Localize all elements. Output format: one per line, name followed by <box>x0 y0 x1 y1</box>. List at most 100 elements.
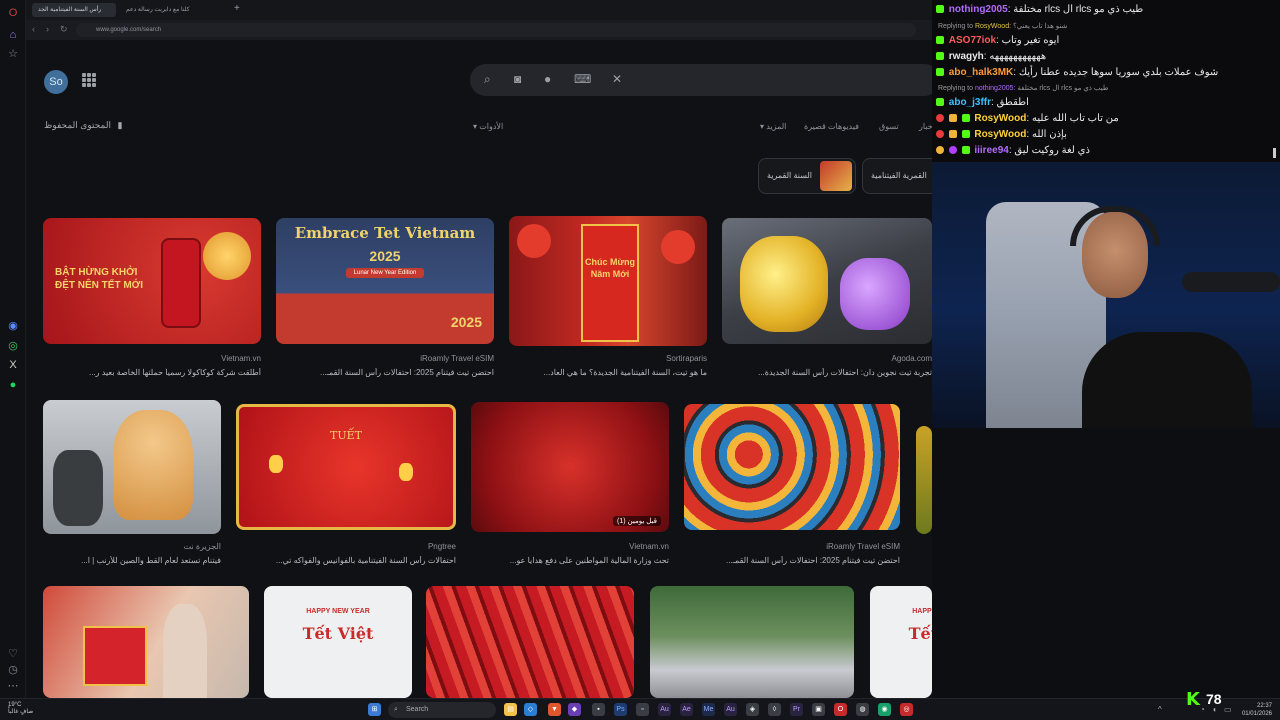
app-icon[interactable]: ◊ <box>768 703 781 716</box>
image-thumbnail: قبل يومين (1) <box>471 402 669 532</box>
image-result[interactable]: Chúc Mừng Năm Mới Sortiraparis ما هو تيت… <box>509 216 707 380</box>
image-result[interactable]: HAPPY NEW YEAR Tết Việt <box>870 586 932 698</box>
app-icon[interactable]: ▣ <box>812 703 825 716</box>
sub-badge-icon <box>936 146 944 155</box>
opera-gx-icon[interactable]: ◎ <box>900 703 913 716</box>
lion-dance-purple <box>840 258 910 330</box>
image-source: Pngtree <box>427 542 456 551</box>
image-thumbnail: Chúc Mừng Năm Mới <box>509 216 707 346</box>
image-result[interactable]: HAPPY NEW YEAR Tết Việt <box>264 586 412 698</box>
saved-content-link[interactable]: المحتوى المحفوظ ▮ <box>44 120 122 131</box>
chevron-up-icon[interactable]: ^ <box>1158 705 1162 714</box>
image-result[interactable] <box>43 586 249 698</box>
x-twitter-icon[interactable]: X <box>6 358 20 372</box>
image-source: iRoamly Travel eSIM <box>420 354 494 363</box>
chip-lunar-new-year[interactable]: السنة القمرية <box>758 158 856 194</box>
image-result[interactable] <box>650 586 854 698</box>
image-result[interactable]: قبل يومين (1) Vietnam.vn تحث وزارة المال… <box>471 402 669 570</box>
clear-icon[interactable]: ✕ <box>612 72 622 86</box>
photoshop-icon[interactable]: Ps <box>614 703 627 716</box>
scroll-banner <box>581 224 639 342</box>
app-icon[interactable]: ▪ <box>592 703 605 716</box>
image-result[interactable] <box>426 586 634 698</box>
microphone-icon[interactable]: ● <box>544 72 551 86</box>
weather-widget[interactable]: 19°C صافٍ غالباً <box>8 702 33 716</box>
filter-news[interactable]: أخبار <box>919 122 932 131</box>
vscode-icon[interactable]: ◇ <box>524 703 537 716</box>
history-icon[interactable]: ◷ <box>6 662 20 676</box>
chat-username[interactable]: nothing2005 <box>949 4 1008 15</box>
kick-badge-icon <box>961 130 970 139</box>
file-explorer-icon[interactable]: ▤ <box>504 703 517 716</box>
brave-icon[interactable]: ▼ <box>548 703 561 716</box>
chat-username[interactable]: rwagyh <box>949 51 984 62</box>
star-icon[interactable]: ☆ <box>6 46 20 60</box>
image-title: احتضن تيت فيتنام 2025: احتفالات رأس السن… <box>320 368 494 377</box>
avatar[interactable]: So <box>44 70 68 94</box>
search-box[interactable]: ⌕ ◙ ● ⌨ ✕ <box>470 64 932 96</box>
heart-icon[interactable]: ♡ <box>6 646 20 660</box>
reply-label: Replying to <box>938 23 974 30</box>
audition-icon[interactable]: Au <box>658 703 671 716</box>
messenger-icon[interactable]: ◉ <box>6 318 20 332</box>
taskbar-search[interactable]: ⌕ Search <box>388 702 496 718</box>
filter-more[interactable]: ▾ المزيد <box>760 122 786 131</box>
audition-icon[interactable]: Au <box>724 703 737 716</box>
media-encoder-icon[interactable]: Me <box>702 703 715 716</box>
chat-username[interactable]: ASO77iok <box>949 35 996 46</box>
app-icon[interactable]: ◍ <box>856 703 869 716</box>
kick-badge-icon <box>936 36 944 45</box>
new-tab-icon[interactable]: + <box>234 3 240 14</box>
image-result[interactable]: iRoamly Travel eSIM احتضن تيت فيتنام 202… <box>684 404 900 570</box>
image-result[interactable]: Agoda.com تجربة تيت نجوين دان: احتفالات … <box>722 218 932 380</box>
search-icon[interactable]: ⌕ <box>484 72 491 87</box>
image-title: احتفالات رأس السنة الفيتنامية بالفوانيس … <box>275 556 456 565</box>
after-effects-icon[interactable]: Ae <box>680 703 693 716</box>
opera-icon[interactable]: O <box>834 703 847 716</box>
visual-studio-icon[interactable]: ◆ <box>568 703 581 716</box>
kick-logo-icon: K <box>1186 689 1200 710</box>
image-result[interactable]: TUẾT Pngtree احتفالات رأس السنة الفيتنام… <box>236 404 456 570</box>
system-clock[interactable]: 22:37 01/01/2026 <box>1242 702 1272 718</box>
tab-support-message[interactable]: كلنا مع دايريت رسالة دعم <box>120 3 230 17</box>
lens-icon[interactable]: ◙ <box>514 72 521 86</box>
url-field[interactable]: www.google.com/search <box>76 23 916 37</box>
app-icon[interactable]: ▫ <box>636 703 649 716</box>
filter-shopping[interactable]: تسوق <box>879 122 899 131</box>
image-result[interactable]: BẬT HỪNG KHỞI ĐỆT NÊN TẾT MỚI Vietnam.vn… <box>43 218 261 380</box>
app-icon[interactable]: ◉ <box>878 703 891 716</box>
image-result[interactable] <box>916 426 932 570</box>
google-apps-icon[interactable] <box>82 73 96 87</box>
reply-user: nothing2005: <box>974 85 1016 92</box>
whatsapp-icon[interactable]: ◎ <box>6 338 20 352</box>
chat-username[interactable]: RosyWood <box>974 113 1026 124</box>
chip-vietnamese-lunar[interactable]: القمرية الفيتنامية <box>862 158 932 194</box>
tools-dropdown[interactable]: ▾ الأدوات <box>473 122 503 131</box>
chat-text: ايوه تغير وتاب <box>1001 35 1060 46</box>
tab-lunar-new-year[interactable]: رأس السنة الفيتنامية الجد <box>32 3 116 17</box>
app-icon[interactable]: ◈ <box>746 703 759 716</box>
opera-logo-icon[interactable]: O <box>6 6 20 20</box>
reload-icon[interactable]: ↻ <box>60 24 68 35</box>
back-icon[interactable]: ‹ <box>32 24 35 34</box>
more-icon[interactable]: ⋯ <box>6 678 20 692</box>
windows-start-icon[interactable]: ⊞ <box>368 703 381 716</box>
home-icon[interactable]: ⌂ <box>6 28 20 42</box>
spotify-icon[interactable]: ● <box>6 378 20 392</box>
weather-desc: صافٍ غالباً <box>8 709 34 715</box>
filter-short-videos[interactable]: فيديوهات قصيرة <box>804 122 859 131</box>
image-result[interactable]: Embrace Tet Vietnam 2025 Lunar New Year … <box>276 218 494 380</box>
forward-icon[interactable]: › <box>46 24 49 34</box>
moderator-badge-icon <box>936 130 944 139</box>
chat-username[interactable]: iiiree94 <box>974 145 1008 156</box>
chat-username[interactable]: abo_j3ffr <box>949 97 991 108</box>
keyboard-icon[interactable]: ⌨ <box>574 72 591 86</box>
chat-text: اطقطق <box>996 97 1029 108</box>
image-result[interactable]: الجزيرة نت فيتنام تستعد لعام القط والصين… <box>43 400 221 570</box>
chat-username[interactable]: RosyWood <box>974 129 1026 140</box>
premiere-icon[interactable]: Pr <box>790 703 803 716</box>
chat-message: abo_j3ffr: اطقطق <box>936 97 1029 108</box>
chat-scrollbar[interactable] <box>1273 148 1276 158</box>
chat-username[interactable]: abo_halk3MK <box>949 67 1013 78</box>
browser-sidebar: O ⌂ ☆ ◉ ◎ X ● ♡ ◷ ⋯ <box>0 0 26 698</box>
